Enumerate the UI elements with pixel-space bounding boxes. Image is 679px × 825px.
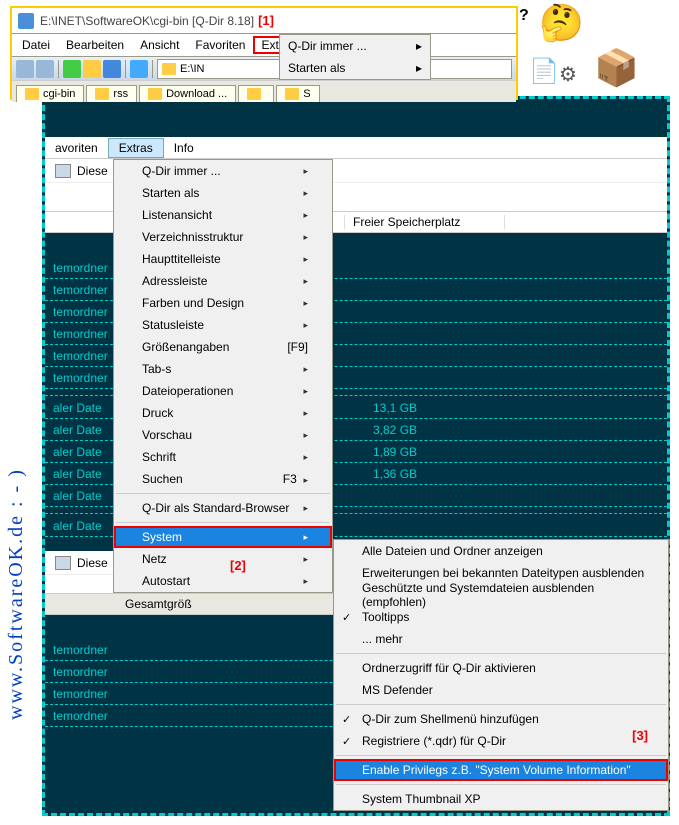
mi-tabs[interactable]: Tab-s▸ bbox=[114, 358, 332, 380]
row-temordner[interactable]: temordner bbox=[53, 665, 253, 679]
mi-registriere[interactable]: ✓Registriere (*.qdr) für Q-Dir bbox=[334, 730, 668, 752]
window-title: E:\INET\SoftwareOK\cgi-bin [Q-Dir 8.18] bbox=[40, 14, 254, 28]
pc-icon bbox=[55, 556, 71, 570]
tab-rss[interactable]: rss bbox=[86, 85, 137, 102]
tab-bar: cgi-bin rss Download ... S bbox=[12, 80, 516, 102]
menu-extras-open[interactable]: Extras bbox=[108, 138, 164, 158]
mi-alle-dateien[interactable]: Alle Dateien und Ordner anzeigen bbox=[334, 540, 668, 562]
mi-autostart[interactable]: Autostart▸ bbox=[114, 570, 332, 592]
mi-listenansicht[interactable]: Listenansicht▸ bbox=[114, 204, 332, 226]
tb-green-icon[interactable] bbox=[63, 60, 81, 78]
mi-dateiop[interactable]: Dateioperationen▸ bbox=[114, 380, 332, 402]
mi-suchen[interactable]: SuchenF3 ▸ bbox=[114, 468, 332, 490]
system-submenu: Alle Dateien und Ordner anzeigen Erweite… bbox=[333, 539, 669, 811]
menu-bearbeiten[interactable]: Bearbeiten bbox=[58, 36, 132, 54]
col-header-freespace[interactable]: Freier Speicherplatz bbox=[345, 215, 505, 229]
mi-ordnerzugriff[interactable]: Ordnerzugriff für Q-Dir aktivieren bbox=[334, 657, 668, 679]
side-watermark-text: www.SoftwareOK.de : - ) bbox=[5, 120, 28, 720]
mi-schrift[interactable]: Schrift▸ bbox=[114, 446, 332, 468]
menu-ansicht[interactable]: Ansicht bbox=[132, 36, 187, 54]
forward-button[interactable] bbox=[36, 60, 54, 78]
back-button[interactable] bbox=[16, 60, 34, 78]
menu-favoriten[interactable]: Favoriten bbox=[187, 36, 253, 54]
mascot-graphic: ? ? 🤔 📄 ⚙ 📦 bbox=[519, 2, 669, 102]
mi-mehr[interactable]: ... mehr bbox=[334, 628, 668, 650]
mi-geschuetzte[interactable]: Geschützte und Systemdateien ausblenden … bbox=[334, 584, 668, 606]
toolbar: E:\IN bbox=[12, 56, 516, 80]
tab-5[interactable]: S bbox=[276, 85, 319, 102]
mi-qdir-immer[interactable]: Q-Dir immer ...▸ bbox=[114, 160, 332, 182]
folder-icon bbox=[247, 88, 261, 100]
annotation-2: [2] bbox=[230, 558, 246, 573]
mi-starten-als[interactable]: Starten als▸ bbox=[114, 182, 332, 204]
mi-groessen[interactable]: Größenangaben[F9] bbox=[114, 336, 332, 358]
folder-icon bbox=[25, 88, 39, 100]
mi-defender[interactable]: MS Defender bbox=[334, 679, 668, 701]
panel-menubar: avoriten Extras Info bbox=[45, 137, 667, 159]
checkmark-icon: ✓ bbox=[342, 611, 351, 624]
mi-shellmenu[interactable]: ✓Q-Dir zum Shellmenü hinzufügen bbox=[334, 708, 668, 730]
folder-icon bbox=[162, 63, 176, 75]
checkmark-icon: ✓ bbox=[342, 713, 351, 726]
mi-standard-browser[interactable]: Q-Dir als Standard-Browser▸ bbox=[114, 497, 332, 519]
row-temordner[interactable]: temordner bbox=[53, 687, 253, 701]
tb-blue-icon[interactable] bbox=[103, 60, 121, 78]
tab-download[interactable]: Download ... bbox=[139, 85, 236, 102]
tb-yellow-icon[interactable] bbox=[83, 60, 101, 78]
annotation-3: [3] bbox=[632, 728, 648, 743]
mi-thumbnail-xp[interactable]: System Thumbnail XP bbox=[334, 788, 668, 810]
menu-datei[interactable]: Datei bbox=[14, 36, 58, 54]
mi-verzeichnis[interactable]: Verzeichnisstruktur▸ bbox=[114, 226, 332, 248]
menu-favoriten-partial[interactable]: avoriten bbox=[45, 139, 108, 157]
app-icon bbox=[18, 13, 34, 29]
mi-enable-privilegs[interactable]: Enable Privilegs z.B. "System Volume Inf… bbox=[334, 759, 668, 781]
row-temordner[interactable]: temordner bbox=[53, 643, 253, 657]
extras-menu: Q-Dir immer ...▸ Starten als▸ Listenansi… bbox=[113, 159, 333, 593]
extras-submenu-preview: Q-Dir immer ...▸ Starten als▸ bbox=[279, 34, 431, 80]
menu-info[interactable]: Info bbox=[164, 139, 204, 157]
refresh-button[interactable] bbox=[130, 60, 148, 78]
row-temordner[interactable]: temordner bbox=[53, 709, 253, 723]
mi-druck[interactable]: Druck▸ bbox=[114, 402, 332, 424]
folder-icon bbox=[95, 88, 109, 100]
mi-farben[interactable]: Farben und Design▸ bbox=[114, 292, 332, 314]
mi-statusleiste[interactable]: Statusleiste▸ bbox=[114, 314, 332, 336]
mi-haupttitel[interactable]: Haupttitelleiste▸ bbox=[114, 248, 332, 270]
mi-tooltipps[interactable]: ✓Tooltipps bbox=[334, 606, 668, 628]
titlebar: E:\INET\SoftwareOK\cgi-bin [Q-Dir 8.18] … bbox=[12, 8, 516, 34]
mi-netz[interactable]: Netz▸ bbox=[114, 548, 332, 570]
mi-system[interactable]: System▸ bbox=[114, 526, 332, 548]
mi-starten-als[interactable]: Starten als▸ bbox=[280, 57, 430, 79]
top-window: E:\INET\SoftwareOK\cgi-bin [Q-Dir 8.18] … bbox=[10, 6, 518, 100]
menubar: Datei Bearbeiten Ansicht Favoriten Extra… bbox=[12, 34, 516, 56]
mi-adressleiste[interactable]: Adressleiste▸ bbox=[114, 270, 332, 292]
pc-icon bbox=[55, 164, 71, 178]
tab-cgi-bin[interactable]: cgi-bin bbox=[16, 85, 84, 102]
checkmark-icon: ✓ bbox=[342, 735, 351, 748]
folder-icon bbox=[285, 88, 299, 100]
mi-vorschau[interactable]: Vorschau▸ bbox=[114, 424, 332, 446]
tab-4[interactable] bbox=[238, 85, 274, 102]
mi-qdir-immer[interactable]: Q-Dir immer ...▸ bbox=[280, 35, 430, 57]
folder-icon bbox=[148, 88, 162, 100]
annotation-1: [1] bbox=[258, 13, 274, 28]
